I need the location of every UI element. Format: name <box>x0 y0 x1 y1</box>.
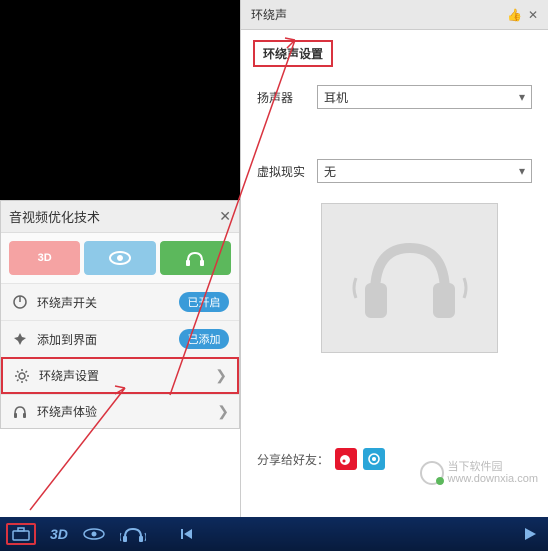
bottom-headphone-button[interactable] <box>120 525 146 543</box>
player-bottom-bar: 3D <box>0 517 548 551</box>
chevron-down-icon: ▾ <box>519 90 525 104</box>
add-to-ui-row[interactable]: 添加到界面 已添加 <box>1 320 239 357</box>
toolbox-button[interactable] <box>6 523 36 545</box>
optimization-popup: 音视频优化技术 ✕ 3D 环绕声开关 已开启 添加到界面 已添加 环绕声设置 ❯ <box>0 200 240 429</box>
vr-select[interactable]: 无 ▾ <box>317 159 532 183</box>
add-label: 添加到界面 <box>37 331 171 348</box>
surround-settings-row[interactable]: 环绕声设置 ❯ <box>1 357 239 394</box>
headphone-preview <box>321 203 498 353</box>
speaker-select[interactable]: 耳机 ▾ <box>317 85 532 109</box>
pin-icon <box>11 331 29 347</box>
chevron-right-icon: ❯ <box>217 403 229 420</box>
gear-icon <box>13 368 31 384</box>
thumbs-up-icon[interactable]: 👍 <box>507 8 522 22</box>
switch-toggle[interactable]: 已开启 <box>179 292 229 312</box>
headphone-icon <box>11 404 29 420</box>
vr-value: 无 <box>324 163 336 180</box>
surround-experience-row[interactable]: 环绕声体验 ❯ <box>1 394 239 428</box>
surround-settings-panel: 环绕声 👍 ✕ 环绕声设置 扬声器 耳机 ▾ 虚拟现实 无 ▾ 分享给好友： <box>240 0 548 520</box>
tab-3d[interactable]: 3D <box>9 241 80 275</box>
panel-title: 环绕声 <box>251 6 287 23</box>
chevron-right-icon: ❯ <box>215 367 227 384</box>
close-icon[interactable]: ✕ <box>219 208 231 225</box>
bottom-3d-button[interactable]: 3D <box>50 526 68 542</box>
close-icon[interactable]: ✕ <box>528 8 538 22</box>
speaker-value: 耳机 <box>324 89 348 106</box>
popup-title: 音视频优化技术 <box>9 207 100 226</box>
add-toggle[interactable]: 已添加 <box>179 329 229 349</box>
share-icon[interactable] <box>363 448 385 470</box>
settings-label: 环绕声设置 <box>39 367 207 384</box>
surround-switch-row[interactable]: 环绕声开关 已开启 <box>1 283 239 320</box>
play-button[interactable] <box>522 526 538 542</box>
watermark: 当下软件园 www.downxia.com <box>420 461 538 485</box>
power-icon <box>11 294 29 310</box>
weibo-share-icon[interactable] <box>335 448 357 470</box>
watermark-line1: 当下软件园 <box>448 461 538 473</box>
video-preview <box>0 0 240 200</box>
experience-label: 环绕声体验 <box>37 403 209 420</box>
tab-eye-protection[interactable] <box>84 241 155 275</box>
share-row: 分享给好友： <box>257 448 385 470</box>
vr-label: 虚拟现实 <box>257 163 307 180</box>
chevron-down-icon: ▾ <box>519 164 525 178</box>
speaker-label: 扬声器 <box>257 89 307 106</box>
tab-surround-sound[interactable] <box>160 241 231 275</box>
previous-button[interactable] <box>180 527 194 541</box>
section-title: 环绕声设置 <box>253 40 333 67</box>
watermark-logo-icon <box>420 461 444 485</box>
watermark-line2: www.downxia.com <box>448 473 538 485</box>
bottom-eye-button[interactable] <box>82 527 106 541</box>
switch-label: 环绕声开关 <box>37 294 171 311</box>
share-label: 分享给好友： <box>257 451 329 468</box>
